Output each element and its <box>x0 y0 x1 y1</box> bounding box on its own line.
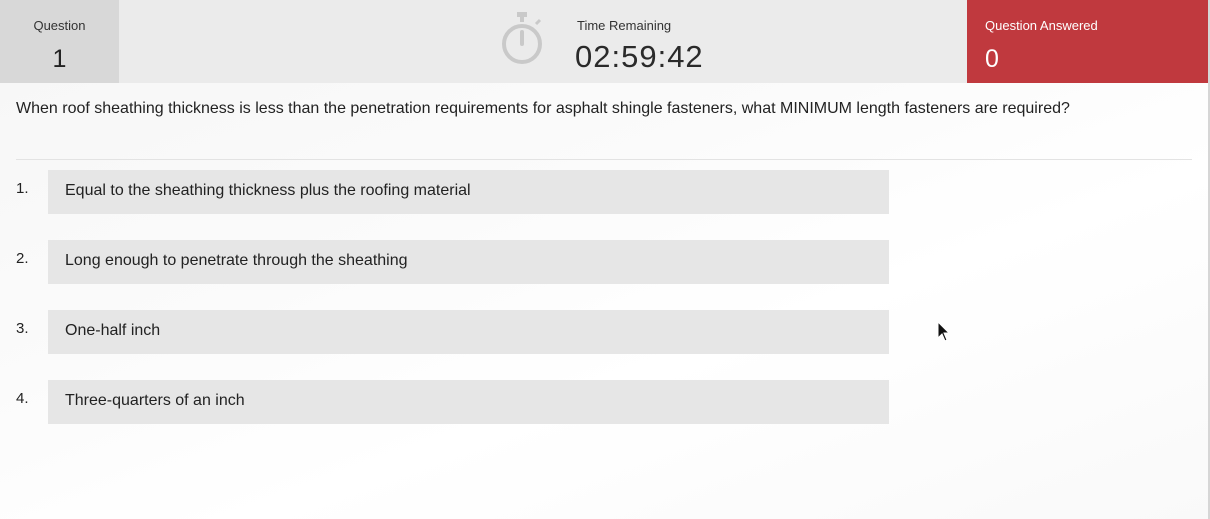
time-remaining-value: 02:59:42 <box>575 39 704 74</box>
answer-option-2[interactable]: Long enough to penetrate through the she… <box>48 240 889 284</box>
answer-option-4[interactable]: Three-quarters of an inch <box>48 380 889 424</box>
question-divider <box>16 159 1192 160</box>
question-text: When roof sheathing thickness is less th… <box>16 100 1070 117</box>
option-number: 2. <box>16 250 29 267</box>
mouse-pointer-icon <box>937 321 951 342</box>
exam-header: Question 1 Time Remaining 02:59:42 Quest… <box>0 0 1210 83</box>
question-counter-value: 1 <box>52 45 67 73</box>
page-background <box>0 83 1210 519</box>
time-remaining-label: Time Remaining <box>577 18 672 33</box>
option-number: 1. <box>16 180 29 197</box>
question-counter: Question 1 <box>0 0 119 83</box>
stopwatch-icon <box>502 12 542 64</box>
questions-answered-label: Question Answered <box>985 18 1098 33</box>
option-number: 3. <box>16 320 29 337</box>
answer-option-label: Three-quarters of an inch <box>65 392 245 409</box>
answer-option-label: One-half inch <box>65 322 161 339</box>
questions-answered-counter: Question Answered 0 <box>967 0 1210 83</box>
questions-answered-value: 0 <box>985 45 999 73</box>
answer-option-label: Equal to the sheathing thickness plus th… <box>65 182 471 199</box>
option-number: 4. <box>16 390 29 407</box>
answer-option-label: Long enough to penetrate through the she… <box>65 252 408 269</box>
answer-option-3[interactable]: One-half inch <box>48 310 889 354</box>
question-counter-label: Question <box>33 18 86 33</box>
answer-option-1[interactable]: Equal to the sheathing thickness plus th… <box>48 170 889 214</box>
